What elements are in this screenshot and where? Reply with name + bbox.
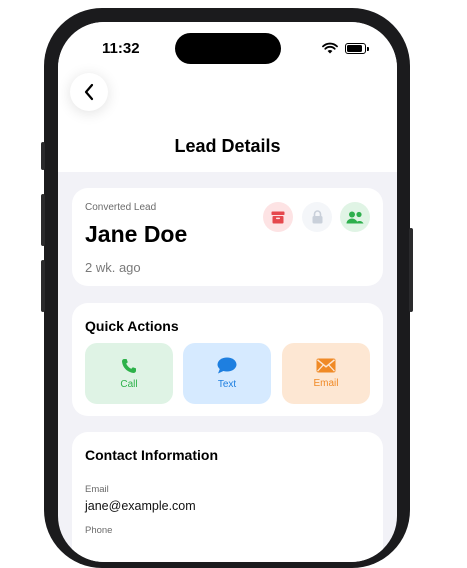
status-bar: 11:32 xyxy=(58,22,397,76)
mute-switch xyxy=(41,142,45,170)
email-field-label: Email xyxy=(85,484,109,495)
text-button[interactable]: Text xyxy=(183,343,271,404)
call-button[interactable]: Call xyxy=(85,343,173,404)
lead-summary-card: Converted Lead Jane Doe 2 wk. ago xyxy=(72,188,383,286)
email-label: Email xyxy=(313,378,339,389)
chevron-left-icon xyxy=(84,83,94,101)
back-button[interactable] xyxy=(70,73,108,111)
quick-actions-title: Quick Actions xyxy=(85,318,179,334)
volume-down-button xyxy=(41,260,45,312)
dynamic-island xyxy=(175,33,281,64)
phone-icon xyxy=(122,358,136,373)
quick-actions-card: Quick Actions Call Text Email xyxy=(72,303,383,416)
lead-timestamp: 2 wk. ago xyxy=(85,260,141,275)
power-button xyxy=(409,228,413,312)
convert-contact-button[interactable] xyxy=(340,202,370,232)
header: 11:32 Lead Details xyxy=(58,22,397,172)
lead-name: Jane Doe xyxy=(85,221,188,247)
lead-status-label: Converted Lead xyxy=(85,202,157,213)
chat-bubble-icon xyxy=(217,357,237,374)
wifi-icon xyxy=(322,42,338,54)
lock-button[interactable] xyxy=(302,202,332,232)
people-icon xyxy=(346,211,364,223)
text-label: Text xyxy=(217,379,237,390)
call-label: Call xyxy=(120,378,138,390)
lock-icon xyxy=(312,210,322,224)
email-value[interactable]: jane@example.com xyxy=(85,499,196,513)
envelope-icon xyxy=(316,358,336,373)
volume-up-button xyxy=(41,194,45,246)
archive-icon xyxy=(271,211,285,223)
screen: 11:32 Lead Details Converted Lead Jane D… xyxy=(58,22,397,562)
archive-button[interactable] xyxy=(263,202,293,232)
battery-icon xyxy=(345,43,369,54)
email-button[interactable]: Email xyxy=(282,343,370,404)
contact-information-title: Contact Information xyxy=(85,447,218,463)
page-title: Lead Details xyxy=(174,136,281,156)
contact-information-card: Contact Information Email jane@example.c… xyxy=(72,432,383,562)
status-time: 11:32 xyxy=(102,40,140,57)
